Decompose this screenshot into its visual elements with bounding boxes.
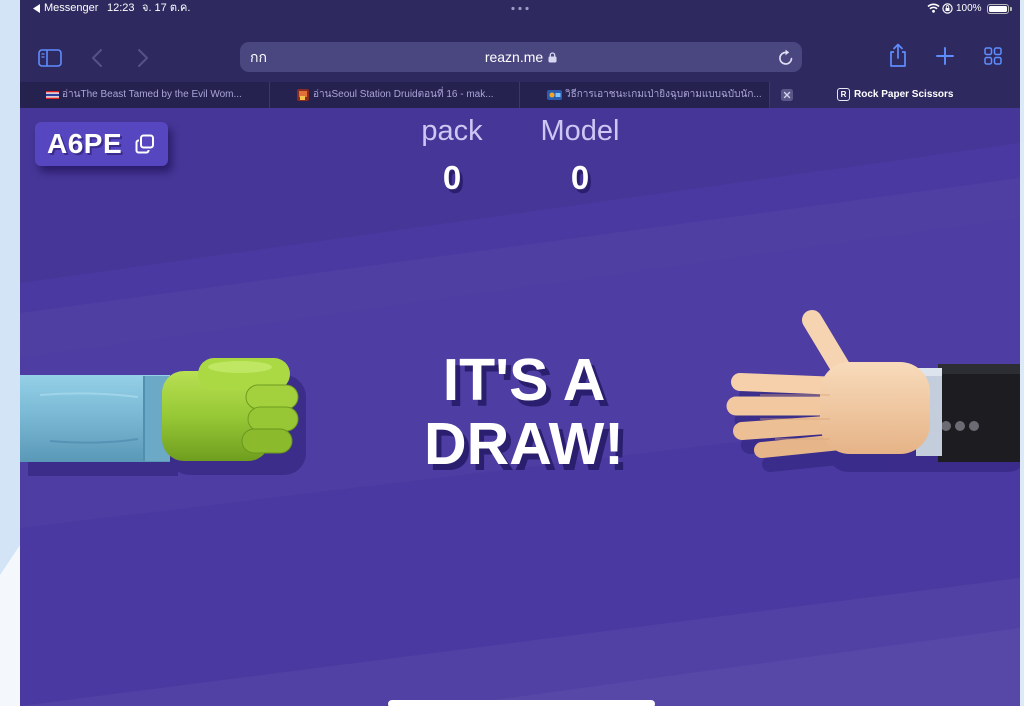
- tab-1[interactable]: อ่านThe Beast Tamed by the Evil Wom...: [20, 82, 270, 108]
- status-date: จ. 17 ต.ค.: [142, 2, 191, 14]
- battery-percent: 100%: [956, 3, 982, 14]
- tab-favicon-letter: R: [837, 88, 850, 101]
- result-line-2: DRAW!: [424, 411, 624, 477]
- tab-rock-paper-scissors[interactable]: R Rock Paper Scissors: [770, 82, 1020, 108]
- address-bar[interactable]: reazn.me กก: [240, 42, 802, 72]
- result-text: IT'S A DRAW!: [24, 348, 1020, 476]
- player-name: pack: [421, 115, 483, 147]
- reload-icon[interactable]: [778, 49, 794, 66]
- tab-bar: อ่านThe Beast Tamed by the Evil Wom... อ…: [20, 82, 1020, 108]
- back-app-label[interactable]: Messenger: [44, 0, 98, 17]
- battery-fill: [989, 6, 1007, 12]
- tab-title: อ่านThe Beast Tamed by the Evil Wom...: [62, 89, 242, 100]
- room-code-button[interactable]: A6PE: [35, 122, 168, 166]
- room-code: A6PE: [47, 128, 123, 159]
- ipad-screen: Messenger 12:23 จ. 17 ต.ค. 100% reazn.me…: [20, 0, 1020, 706]
- copy-icon[interactable]: [135, 134, 155, 154]
- rotation-lock-icon: [942, 3, 953, 14]
- tab-2[interactable]: อ่านSeoul Station Druidตอนที่ 16 - mak..…: [270, 82, 520, 108]
- opponent-score: 0: [570, 159, 590, 196]
- reader-text-size-button[interactable]: กก: [250, 42, 267, 72]
- multitasking-dots-icon[interactable]: [510, 6, 530, 11]
- player-score: 0: [442, 159, 462, 196]
- tab-favicon: [547, 90, 562, 100]
- tab-3[interactable]: วิธีการเอาชนะเกมเป่ายิงฉุบตามแบบฉบับนัก.…: [520, 82, 770, 108]
- battery-icon: [987, 4, 1009, 14]
- battery-tip: [1010, 7, 1012, 11]
- url-text[interactable]: reazn.me: [485, 42, 543, 72]
- tab-title: วิธีการเอาชนะเกมเป่ายิงฉุบตามแบบฉบับนัก.…: [565, 89, 762, 100]
- wifi-icon: [927, 3, 940, 13]
- lock-icon: [548, 51, 557, 62]
- plus-icon[interactable]: [936, 47, 954, 65]
- status-bar: Messenger 12:23 จ. 17 ต.ค. 100%: [20, 0, 1020, 17]
- chevron-right-icon[interactable]: [137, 49, 149, 67]
- result-line-1: IT'S A: [442, 347, 606, 413]
- status-time: 12:23: [107, 2, 135, 14]
- address-display[interactable]: reazn.me: [240, 42, 802, 72]
- game-area: A6PE pack 0 Model 0 IT'S A DRAW!: [20, 108, 1020, 706]
- tab-favicon: [297, 89, 309, 101]
- tab-grid-icon[interactable]: [984, 47, 1002, 65]
- home-indicator[interactable]: [388, 700, 655, 706]
- chevron-left-icon[interactable]: [91, 49, 103, 67]
- tab-favicon: [46, 91, 59, 99]
- sidebar-icon[interactable]: [38, 49, 62, 67]
- share-icon[interactable]: [888, 43, 908, 68]
- browser-toolbar: reazn.me กก: [20, 17, 1020, 82]
- opponent-name: Model: [540, 115, 620, 147]
- tab-title: Rock Paper Scissors: [854, 89, 954, 100]
- tab-title: อ่านSeoul Station Druidตอนที่ 16 - mak..…: [313, 89, 494, 100]
- close-tab-icon[interactable]: [781, 89, 793, 101]
- back-to-app-icon[interactable]: [33, 4, 41, 13]
